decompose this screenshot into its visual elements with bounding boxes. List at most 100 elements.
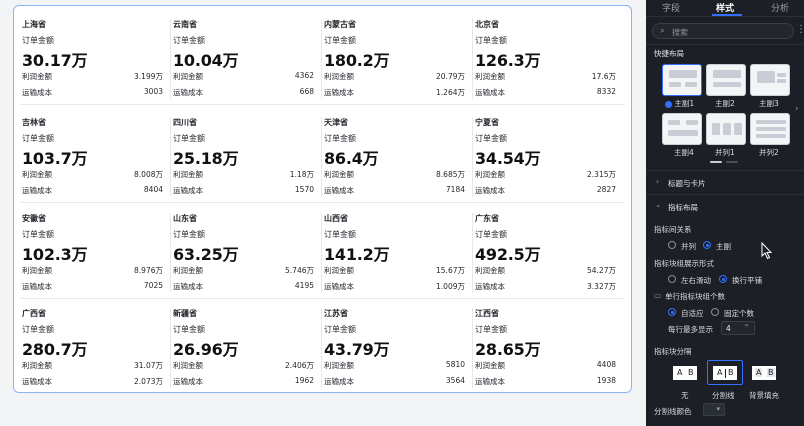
- carousel-dot-active[interactable]: [710, 161, 722, 163]
- max-per-row-stepper[interactable]: 4 ⌃: [721, 321, 755, 335]
- kpi-card[interactable]: 内蒙古省 订单金额 180.2万 利润金额 20.79万 运输成本 1.264万: [322, 9, 473, 105]
- radio-fixed[interactable]: [711, 308, 719, 316]
- kpi-sub-metric-value: 1.009万: [436, 282, 465, 291]
- radio-parallel[interactable]: [668, 241, 676, 249]
- kpi-main-metric-label: 订单金额: [173, 325, 205, 334]
- layout-option-main-sub-3[interactable]: [750, 64, 790, 96]
- carousel-dot[interactable]: [726, 161, 738, 163]
- kpi-sub-metric: 利润金额 4362: [173, 71, 314, 82]
- kpi-sub-metric-label: 运输成本: [22, 88, 52, 97]
- tab-fields[interactable]: 字段: [662, 1, 680, 14]
- radio-parallel-label: 并列: [681, 242, 696, 251]
- kpi-sub-metric-label: 运输成本: [173, 186, 203, 195]
- kpi-sub-metric-value: 15.67万: [436, 266, 465, 275]
- radio-slide[interactable]: [668, 275, 676, 283]
- layout-option-main-sub-2[interactable]: [706, 64, 746, 96]
- sep-option-line-label: 分割线: [712, 391, 735, 400]
- chevron-right-icon[interactable]: ›: [795, 104, 799, 114]
- layout-option-main-sub-4[interactable]: [662, 113, 702, 145]
- kpi-main-metric-value: 25.18万: [173, 149, 239, 168]
- kpi-card[interactable]: 江苏省 订单金额 43.79万 利润金额 5810 运输成本 3564: [322, 298, 473, 394]
- tab-analysis[interactable]: 分析: [771, 1, 789, 14]
- section-title-card[interactable]: 标题与卡片: [668, 178, 706, 189]
- kpi-sub-metric-label: 利润金额: [324, 266, 354, 275]
- max-per-row-label: 每行最多显示: [668, 325, 713, 334]
- kpi-main-metric-value: 63.25万: [173, 245, 239, 264]
- kpi-main-metric-label: 订单金额: [324, 230, 356, 239]
- layout-option-parallel-1[interactable]: [706, 113, 746, 145]
- kpi-sub-metric-label: 运输成本: [324, 186, 354, 195]
- kpi-main-metric-value: 180.2万: [324, 51, 390, 70]
- kpi-sub-metric-label: 运输成本: [475, 377, 505, 386]
- sep-box-b: B: [767, 368, 775, 377]
- radio-wrap[interactable]: [719, 275, 727, 283]
- kpi-main-metric-label: 订单金额: [173, 36, 205, 45]
- kpi-card[interactable]: 山东省 订单金额 63.25万 利润金额 5.746万 运输成本 4195: [171, 203, 322, 299]
- kpi-sub-metric: 利润金额 8.008万: [22, 169, 163, 180]
- kpi-sub-metric: 运输成本 7025: [22, 281, 163, 292]
- kpi-sub-metric-label: 运输成本: [22, 186, 52, 195]
- sep-box-b: B: [728, 368, 734, 377]
- kpi-main-metric-value: 103.7万: [22, 149, 88, 168]
- kpi-sub-metric-label: 利润金额: [173, 72, 203, 81]
- kpi-sub-metric-label: 运输成本: [22, 377, 52, 386]
- sep-option-line[interactable]: A B: [713, 366, 737, 380]
- kpi-card[interactable]: 广西省 订单金额 280.7万 利润金额 31.07万 运输成本 2.073万: [20, 298, 171, 394]
- sep-divider-mark: [725, 369, 726, 378]
- kpi-card[interactable]: 广东省 订单金额 492.5万 利润金额 54.27万 运输成本 3.327万: [473, 203, 624, 299]
- sep-option-none-label: 无: [681, 391, 689, 400]
- radio-main-sub[interactable]: [703, 241, 711, 249]
- mouse-cursor-icon: [761, 242, 773, 260]
- kpi-card[interactable]: 安徽省 订单金额 102.3万 利润金额 8.976万 运输成本 7025: [20, 203, 171, 299]
- kpi-card-title: 山东省: [173, 214, 197, 223]
- kpi-card-title: 新疆省: [173, 309, 197, 318]
- kpi-sub-metric-value: 7184: [445, 185, 465, 194]
- kpi-sub-metric-label: 利润金额: [475, 266, 505, 275]
- kpi-card-board[interactable]: 上海省 订单金额 30.17万 利润金额 3.199万 运输成本 3003 云南省 订单金额 10…: [13, 5, 632, 393]
- sep-option-none[interactable]: A B: [673, 366, 697, 380]
- kpi-main-metric-label: 订单金额: [22, 230, 54, 239]
- kpi-card[interactable]: 云南省 订单金额 10.04万 利润金额 4362 运输成本 668: [171, 9, 322, 105]
- kpi-sub-metric: 利润金额 20.79万: [324, 71, 465, 82]
- kpi-sub-metric-label: 运输成本: [324, 282, 354, 291]
- chevron-up-icon[interactable]: ⌃: [743, 323, 750, 332]
- kpi-sub-metric: 运输成本 2827: [475, 185, 616, 196]
- kpi-main-metric-label: 订单金额: [22, 134, 54, 143]
- kpi-sub-metric: 运输成本 1.009万: [324, 281, 465, 292]
- chevron-right-icon[interactable]: ›: [656, 177, 659, 186]
- kpi-sub-metric-label: 利润金额: [22, 266, 52, 275]
- sep-option-fill[interactable]: A B: [752, 366, 776, 380]
- kpi-card[interactable]: 吉林省 订单金额 103.7万 利润金额 8.008万 运输成本 8404: [20, 107, 171, 203]
- kpi-sub-metric-label: 利润金额: [475, 361, 505, 370]
- chevron-down-icon[interactable]: ⌄: [655, 200, 661, 209]
- kpi-card[interactable]: 新疆省 订单金额 26.96万 利润金额 2.406万 运输成本 1962: [171, 298, 322, 394]
- kpi-sub-metric-value: 4195: [294, 281, 314, 290]
- kpi-sub-metric: 利润金额 8.976万: [22, 265, 163, 276]
- kpi-sub-metric-value: 1.18万: [289, 170, 314, 179]
- kpi-card[interactable]: 北京省 订单金额 126.3万 利润金额 17.6万 运输成本 8332: [473, 9, 624, 105]
- kpi-sub-metric-value: 3.199万: [134, 72, 163, 81]
- kpi-sub-metric-value: 8332: [596, 87, 616, 96]
- kpi-card[interactable]: 四川省 订单金额 25.18万 利润金额 1.18万 运输成本 1570: [171, 107, 322, 203]
- kpi-card[interactable]: 天津省 订单金额 86.4万 利润金额 8.685万 运输成本 7184: [322, 107, 473, 203]
- sep-color-picker[interactable]: ▾: [703, 403, 725, 416]
- kpi-sub-metric-value: 7025: [143, 281, 163, 290]
- max-per-row-value[interactable]: 4: [726, 324, 731, 333]
- kpi-main-metric-label: 订单金额: [324, 325, 356, 334]
- kpi-card[interactable]: 江西省 订单金额 28.65万 利润金额 4408 运输成本 1938: [473, 298, 624, 394]
- layout-option-main-sub-1[interactable]: [662, 64, 702, 96]
- radio-adaptive[interactable]: [668, 308, 676, 316]
- kpi-card[interactable]: 山西省 订单金额 141.2万 利润金额 15.67万 运输成本 1.009万: [322, 203, 473, 299]
- layout-option-parallel-2[interactable]: [750, 113, 790, 145]
- kpi-sub-metric: 运输成本 1962: [173, 376, 314, 387]
- kpi-card[interactable]: 宁夏省 订单金额 34.54万 利润金额 2.315万 运输成本 2827: [473, 107, 624, 203]
- more-options-icon[interactable]: ⋮: [796, 24, 804, 35]
- kpi-sub-metric: 利润金额 54.27万: [475, 265, 616, 276]
- kpi-card[interactable]: 上海省 订单金额 30.17万 利润金额 3.199万 运输成本 3003: [20, 9, 171, 105]
- search-input[interactable]: ⌕ 搜索: [652, 23, 794, 39]
- kpi-sub-metric-value: 54.27万: [587, 266, 616, 275]
- kpi-row: 上海省 订单金额 30.17万 利润金额 3.199万 运输成本 3003 云南省 订单金额 10…: [20, 9, 625, 105]
- tab-style[interactable]: 样式: [716, 1, 734, 14]
- section-metric-layout[interactable]: 指标布局: [668, 202, 698, 213]
- kpi-sub-metric-value: 2.406万: [285, 361, 314, 370]
